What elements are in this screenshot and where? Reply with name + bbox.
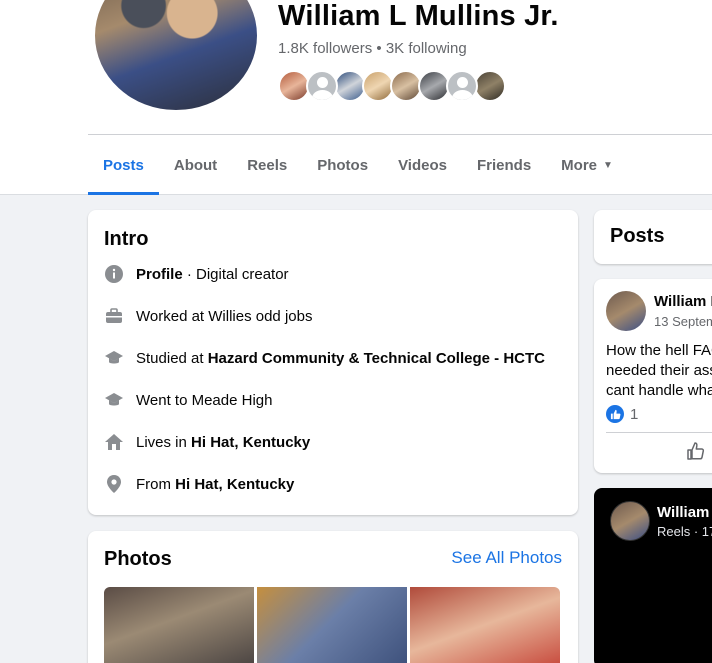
intro-from-link[interactable]: Hi Hat, Kentucky xyxy=(175,476,294,493)
intro-work: Worked at Willies odd jobs xyxy=(104,306,312,326)
profile-header: William L Mullins Jr. 1.8K followers • 3… xyxy=(0,0,712,195)
post-text-line: needed their ass xyxy=(606,362,712,379)
like-button[interactable] xyxy=(684,441,708,465)
profile-tabs: Posts About Reels Photos Videos Friends … xyxy=(88,135,628,195)
intro-lives: Lives in Hi Hat, Kentucky xyxy=(104,432,310,452)
friend-avatar-placeholder[interactable] xyxy=(306,70,338,102)
followers-link[interactable]: 1.8K followers xyxy=(278,40,372,57)
posts-title: Posts xyxy=(610,225,665,247)
like-count: 1 xyxy=(630,405,639,423)
thumbs-up-icon xyxy=(686,441,706,466)
post-timestamp[interactable]: 13 Septem xyxy=(654,314,712,329)
intro-title: Intro xyxy=(104,228,149,250)
intro-profile-label: Profile xyxy=(136,265,183,283)
intro-card: Intro Profile · Digital creator Worked a… xyxy=(88,210,578,515)
tab-label: Friends xyxy=(476,156,532,174)
intro-college: Studied at Hazard Community & Technical … xyxy=(104,348,545,368)
posts-header-card: Posts xyxy=(594,210,712,264)
photos-title: Photos xyxy=(104,548,172,570)
profile-name: William L Mullins Jr. xyxy=(278,0,559,32)
tab-label: Reels xyxy=(247,156,288,174)
following-link[interactable]: 3K following xyxy=(386,40,467,57)
info-icon xyxy=(104,264,124,284)
follow-separator: • xyxy=(372,40,386,57)
friend-avatar-placeholder[interactable] xyxy=(446,70,478,102)
photo-thumbnail[interactable] xyxy=(104,587,254,663)
friend-avatars-row xyxy=(278,70,506,102)
reel-card[interactable]: William Reels · 17 xyxy=(594,488,712,663)
tab-friends[interactable]: Friends xyxy=(462,135,546,195)
intro-work-text: Worked at Willies odd jobs xyxy=(136,307,313,325)
photos-card: Photos See All Photos xyxy=(88,531,578,663)
photo-thumbnail[interactable] xyxy=(257,587,407,663)
intro-from: From Hi Hat, Kentucky xyxy=(104,474,294,494)
tab-label: Posts xyxy=(103,156,144,174)
intro-highschool-text: Went to Meade High xyxy=(136,391,273,409)
caret-down-icon: ▼ xyxy=(603,159,613,171)
intro-college-prefix: Studied at xyxy=(136,349,208,367)
intro-from-prefix: From xyxy=(136,475,176,493)
tab-videos[interactable]: Videos xyxy=(383,135,462,195)
post-text-line: cant handle wha xyxy=(606,382,712,399)
intro-profile-type: Profile · Digital creator xyxy=(104,264,289,284)
tab-about[interactable]: About xyxy=(159,135,232,195)
like-reaction-icon xyxy=(606,405,624,423)
tab-label: About xyxy=(173,156,218,174)
intro-college-link[interactable]: Hazard Community & Technical College - H… xyxy=(208,350,545,367)
post-divider xyxy=(606,432,712,433)
tab-label: Videos xyxy=(398,156,447,174)
intro-lives-link[interactable]: Hi Hat, Kentucky xyxy=(191,434,310,451)
follow-stats: 1.8K followers • 3K following xyxy=(278,40,467,57)
briefcase-icon xyxy=(104,306,124,326)
reel-meta: Reels · 17 xyxy=(657,524,712,539)
reel-author-avatar[interactable] xyxy=(610,501,650,541)
reaction-summary[interactable]: 1 xyxy=(606,405,638,423)
reel-author-name[interactable]: William xyxy=(657,504,709,521)
post-body: How the hell FAC needed their ass cant h… xyxy=(606,341,712,401)
graduation-cap-icon xyxy=(104,348,124,368)
tab-label: More xyxy=(561,156,598,174)
see-all-photos-link[interactable]: See All Photos xyxy=(451,548,562,568)
location-pin-icon xyxy=(104,474,124,494)
post-author-avatar[interactable] xyxy=(606,291,646,331)
graduation-cap-icon xyxy=(104,390,124,410)
intro-profile-category: · Digital creator xyxy=(182,265,289,283)
intro-lives-prefix: Lives in xyxy=(136,433,192,451)
tab-reels[interactable]: Reels xyxy=(232,135,302,195)
profile-picture[interactable] xyxy=(92,0,260,113)
post-author-name[interactable]: William L xyxy=(654,293,712,310)
post-text-line: How the hell FAC xyxy=(606,342,712,359)
tab-label: Photos xyxy=(317,156,369,174)
friend-avatar[interactable] xyxy=(474,70,506,102)
photo-thumbnail[interactable] xyxy=(410,587,560,663)
post-card: William L 13 Septem How the hell FAC nee… xyxy=(594,279,712,473)
tab-photos[interactable]: Photos xyxy=(302,135,383,195)
intro-highschool: Went to Meade High xyxy=(104,390,272,410)
tab-posts[interactable]: Posts xyxy=(88,135,159,195)
tab-more[interactable]: More ▼ xyxy=(546,135,628,195)
home-icon xyxy=(104,432,124,452)
